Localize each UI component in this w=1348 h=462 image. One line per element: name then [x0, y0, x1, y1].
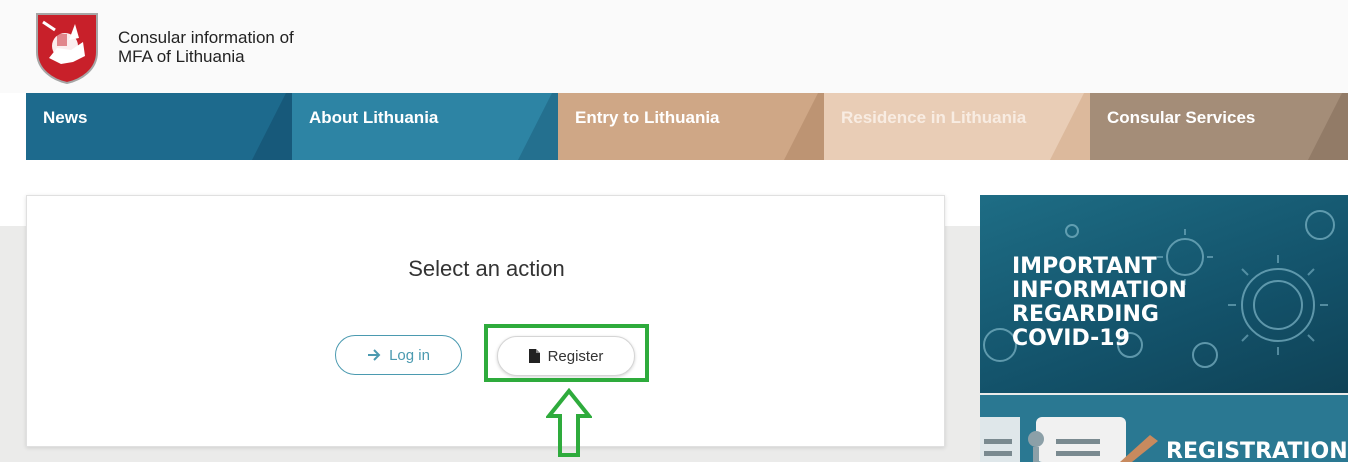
arrow-right-icon	[367, 349, 381, 361]
nav-residence-in-lithuania[interactable]: Residence in Lithuania	[824, 93, 1090, 160]
site-brand[interactable]: Consular information of MFA of Lithuania	[118, 28, 294, 66]
action-card: Select an action Log in Register	[26, 195, 945, 447]
nav-entry-to-lithuania[interactable]: Entry to Lithuania	[558, 93, 824, 160]
registration-illustration-icon	[980, 417, 1158, 462]
nav-news-label: News	[43, 108, 88, 127]
registration-banner[interactable]: REGISTRATION	[980, 395, 1348, 462]
coat-of-arms-icon[interactable]	[35, 12, 99, 84]
nav-divider	[784, 93, 824, 160]
main-navigation: News About Lithuania Entry to Lithuania …	[26, 93, 1348, 160]
covid-banner-text: IMPORTANT INFORMATION REGARDING COVID-19	[1012, 254, 1187, 351]
action-title: Select an action	[408, 256, 565, 281]
login-label: Log in	[389, 346, 430, 364]
site-header: Consular information of MFA of Lithuania	[0, 0, 1348, 93]
covid-info-banner[interactable]: IMPORTANT INFORMATION REGARDING COVID-19	[980, 195, 1348, 393]
nav-divider	[252, 93, 292, 160]
nav-consular-label: Consular Services	[1107, 108, 1256, 127]
brand-line-1: Consular information of	[118, 28, 294, 47]
nav-divider	[518, 93, 558, 160]
nav-residence-label: Residence in Lithuania	[841, 108, 1027, 127]
registration-banner-text: REGISTRATION	[1166, 439, 1348, 462]
nav-consular-services[interactable]: Consular Services	[1090, 93, 1348, 160]
nav-news[interactable]: News	[26, 93, 292, 160]
register-highlight-box	[484, 324, 649, 382]
nav-entry-label: Entry to Lithuania	[575, 108, 720, 127]
nav-divider	[1308, 93, 1348, 160]
up-arrow-icon	[546, 388, 592, 457]
nav-about-label: About Lithuania	[309, 108, 439, 127]
brand-line-2: MFA of Lithuania	[118, 47, 245, 66]
nav-divider	[1050, 93, 1090, 160]
login-button[interactable]: Log in	[335, 335, 462, 375]
nav-about-lithuania[interactable]: About Lithuania	[292, 93, 558, 160]
